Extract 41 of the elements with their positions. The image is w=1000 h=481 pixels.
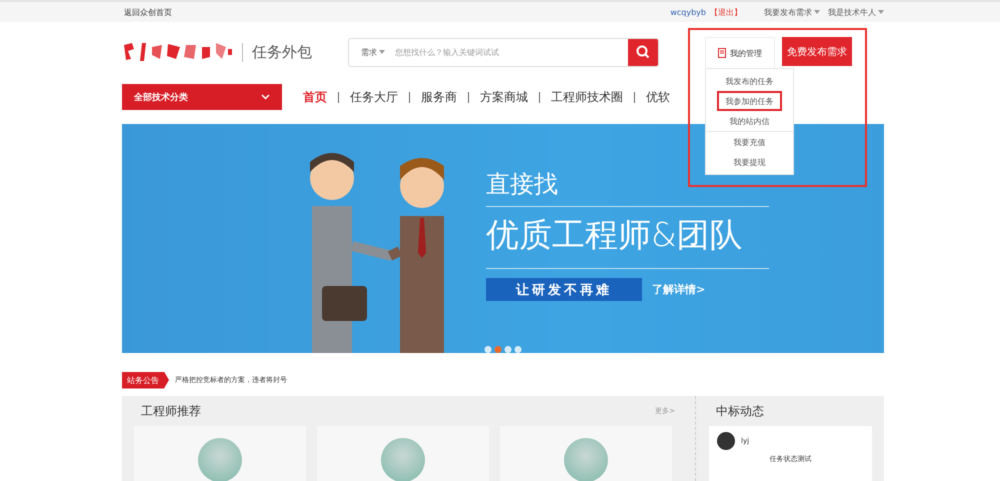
banner-headline: 直接找 [486, 168, 769, 207]
carousel-dot[interactable] [494, 346, 502, 353]
carousel-dot[interactable] [514, 346, 522, 353]
carousel-dot[interactable] [504, 346, 512, 353]
banner-title: 优质工程师&团队 [486, 207, 769, 269]
caret-icon [878, 10, 884, 14]
home-link[interactable]: 返回众创首页 [124, 6, 172, 18]
carousel-dot[interactable] [484, 346, 492, 353]
engineer-card[interactable] [317, 426, 489, 481]
management-menu-button[interactable]: 我的管理 [705, 37, 775, 68]
brand-name: 任务外包 [242, 42, 312, 62]
category-button[interactable]: 全部技术分类 [122, 84, 282, 110]
nav-link[interactable]: 方案商城 [468, 92, 539, 102]
nav-link[interactable]: 工程师技术圈 [539, 92, 634, 102]
nav-link[interactable]: 首页 [292, 88, 338, 106]
document-icon [718, 48, 727, 58]
caret-icon [379, 50, 385, 54]
top-menu-link[interactable]: 我是技术牛人 [828, 6, 884, 18]
menu-item[interactable]: 我发布的任务 [717, 71, 782, 91]
top-menu-link[interactable]: 我要发布需求 [764, 6, 820, 18]
nav-link[interactable]: 优软 [634, 92, 681, 102]
menu-item[interactable]: 我的站内信 [717, 111, 782, 131]
nav-link[interactable]: 服务商 [409, 92, 468, 102]
notice-tag: 站务公告 [122, 372, 169, 388]
logout-link[interactable]: 【退出】 [710, 6, 742, 18]
nav-link[interactable]: 任务大厅 [338, 92, 409, 102]
banner-slogan: 让研发不再难 [486, 278, 642, 301]
section-title: 中标动态 [716, 402, 764, 420]
post-request-button[interactable]: 免费发布需求 [782, 37, 852, 66]
menu-item[interactable]: 我参加的任务 [717, 91, 782, 111]
search-button[interactable] [628, 38, 658, 66]
username-link[interactable]: wcqybyb [670, 8, 706, 16]
engineer-card[interactable] [134, 426, 306, 481]
menu-item[interactable]: 我要充值 [717, 132, 782, 152]
caret-icon [814, 10, 820, 14]
engineer-card[interactable] [500, 426, 672, 481]
search-field[interactable]: 需求 您想找什么？输入关键词试试 [348, 38, 659, 66]
search-icon [636, 45, 650, 59]
chevron-icon [261, 94, 270, 100]
avatar-icon [717, 432, 735, 450]
section-title: 工程师推荐 [141, 402, 201, 420]
